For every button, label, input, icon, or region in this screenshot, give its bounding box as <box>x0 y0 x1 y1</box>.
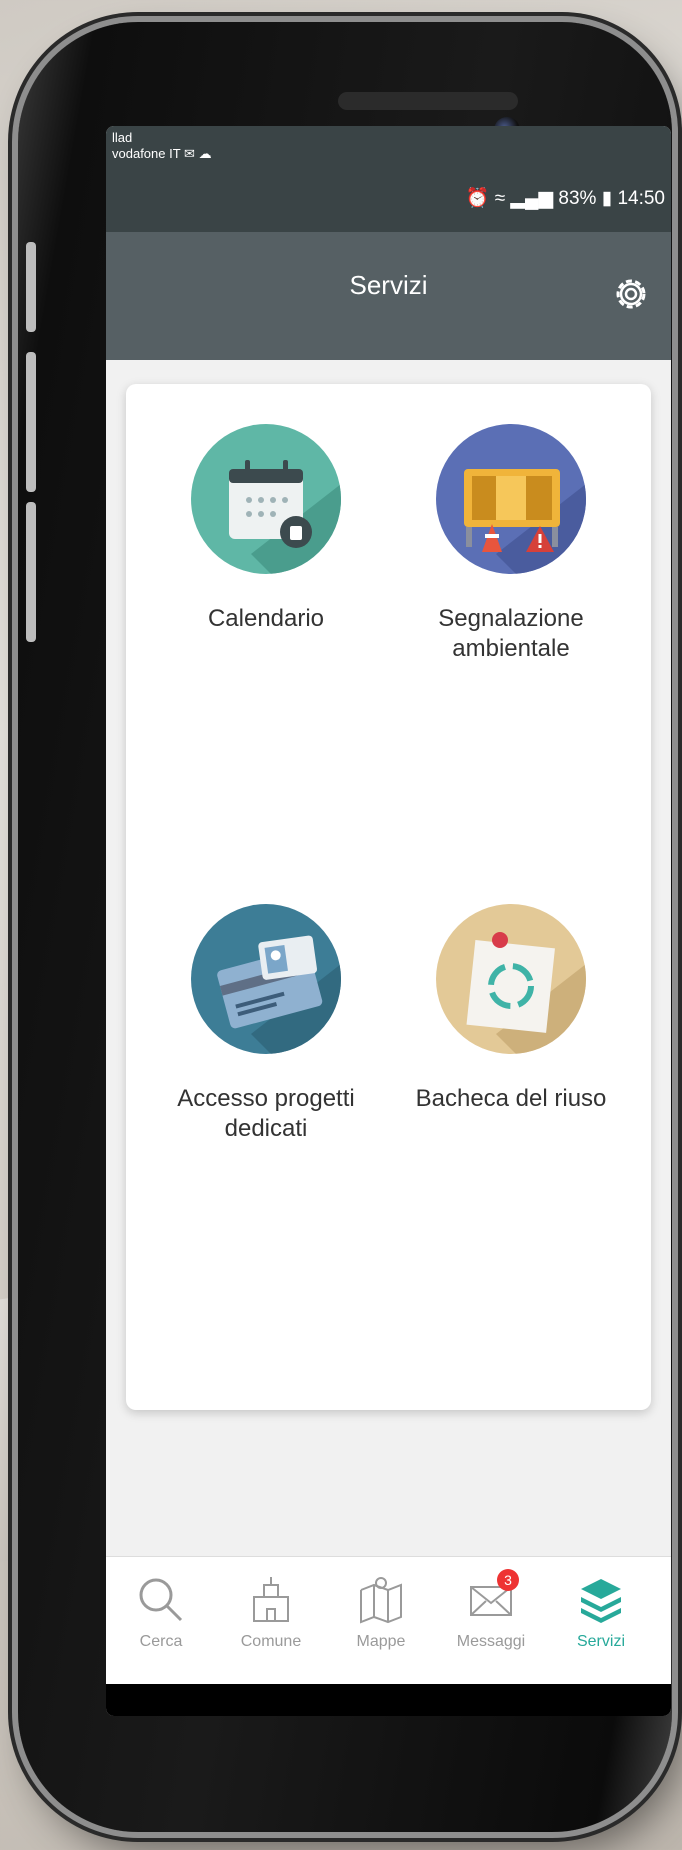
home-icon[interactable] <box>368 1714 408 1716</box>
signal-icon: ▂▄▆ <box>510 188 554 209</box>
gmail-icon: ✉ <box>184 146 195 161</box>
page-title: Servizi <box>349 270 428 300</box>
service-label: Accesso progetti dedicati <box>177 1085 355 1142</box>
search-icon <box>139 1578 183 1622</box>
service-tile-accesso-progetti[interactable]: Accesso progetti dedicati <box>146 904 386 1144</box>
status-right: ⏰ ≈ ▂▄▆ 83% ▮ 14:50 <box>466 186 665 210</box>
nav-item-comune[interactable]: Comune <box>221 1575 321 1651</box>
back-icon[interactable] <box>246 1714 286 1716</box>
nav-item-mappe[interactable]: Mappe <box>331 1575 431 1651</box>
bottom-navigation: Cerca Comune Mappe 3 Messaggi Servizi <box>106 1556 671 1685</box>
mute-switch <box>26 242 36 332</box>
service-tile-calendario[interactable]: Calendario <box>146 424 386 634</box>
service-label: Calendario <box>207 605 325 632</box>
earpiece-speaker <box>338 92 518 110</box>
town-hall-icon <box>253 1577 289 1622</box>
map-icon <box>360 1577 402 1624</box>
battery-icon: ▮ <box>601 188 613 209</box>
carrier-info: llad vodafone IT ✉ ☁ <box>112 130 212 162</box>
service-tile-segnalazione[interactable]: Segnalazione ambientale <box>391 424 631 664</box>
id-card-icon <box>191 904 341 1054</box>
service-label: Bacheca del riuso <box>415 1085 607 1112</box>
nav-label: Servizi <box>576 1633 625 1650</box>
recents-icon[interactable] <box>490 1714 530 1716</box>
nav-item-servizi[interactable]: Servizi <box>551 1575 651 1651</box>
signal-label: llad <box>112 130 133 145</box>
gear-icon[interactable] <box>609 272 653 316</box>
nav-label: Mappe <box>356 1633 406 1650</box>
nav-label: Messaggi <box>456 1633 526 1650</box>
phone-screen: llad vodafone IT ✉ ☁ ⏰ ≈ ▂▄▆ 83% ▮ 14:50… <box>106 126 671 1716</box>
nav-item-messaggi[interactable]: 3 Messaggi <box>441 1569 541 1651</box>
app-header: Servizi <box>106 232 671 360</box>
layers-icon <box>581 1579 621 1623</box>
volume-up-button <box>26 352 36 492</box>
service-tile-bacheca[interactable]: Bacheca del riuso <box>391 904 631 1114</box>
alarm-icon: ⏰ <box>465 188 490 209</box>
carrier-name: vodafone IT <box>112 146 181 161</box>
status-bar: llad vodafone IT ✉ ☁ ⏰ ≈ ▂▄▆ 83% ▮ 14:50 <box>106 126 671 232</box>
nav-label: Cerca <box>139 1633 183 1650</box>
service-label: Segnalazione ambientale <box>438 605 584 662</box>
road-barrier-icon <box>436 424 586 574</box>
volume-down-button <box>26 502 36 642</box>
recycle-note-icon <box>436 904 586 1054</box>
services-card: Calendario Segnalazione ambientale Acces… <box>126 384 651 1410</box>
nav-label: Comune <box>240 1633 302 1650</box>
calendar-icon <box>191 424 341 574</box>
clock: 14:50 <box>617 188 665 209</box>
system-navigation-bar <box>106 1684 671 1716</box>
battery-percent: 83% <box>558 188 597 209</box>
unread-badge: 3 <box>497 1569 519 1591</box>
phone-frame: llad vodafone IT ✉ ☁ ⏰ ≈ ▂▄▆ 83% ▮ 14:50… <box>18 22 672 1832</box>
cloud-icon: ☁ <box>198 146 212 161</box>
nav-item-cerca[interactable]: Cerca <box>111 1575 211 1651</box>
wifi-icon: ≈ <box>494 188 506 209</box>
